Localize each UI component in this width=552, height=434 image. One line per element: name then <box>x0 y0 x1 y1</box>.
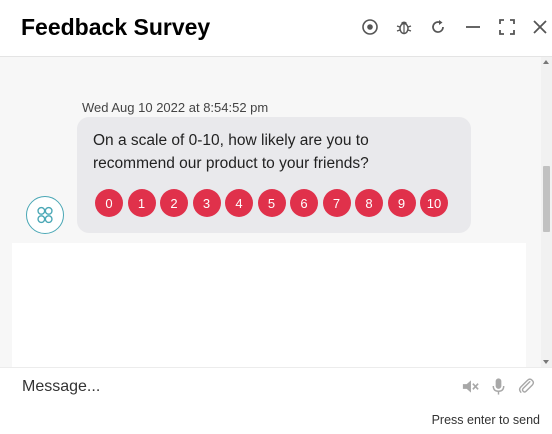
bot-avatar <box>26 196 64 234</box>
chat-scrollbar[interactable] <box>541 57 552 367</box>
minimize-icon[interactable] <box>462 16 484 38</box>
header-bar: Feedback Survey <box>0 0 552 57</box>
rating-button-6[interactable]: 6 <box>290 189 318 217</box>
rating-button-4[interactable]: 4 <box>225 189 253 217</box>
rating-button-0[interactable]: 0 <box>95 189 123 217</box>
message-composer: Press enter to send <box>0 367 552 434</box>
chat-blank-area <box>12 243 526 367</box>
page-title: Feedback Survey <box>21 14 211 40</box>
scroll-thumb[interactable] <box>543 166 550 232</box>
rating-button-2[interactable]: 2 <box>160 189 188 217</box>
rating-button-3[interactable]: 3 <box>192 189 221 217</box>
message-bubble: On a scale of 0-10, how likely are you t… <box>77 117 471 233</box>
bot-logo-icon <box>37 206 53 224</box>
rating-button-10[interactable]: 10 <box>420 189 448 217</box>
scroll-up-arrow-icon[interactable] <box>543 60 549 64</box>
fullscreen-icon[interactable] <box>496 16 518 38</box>
rating-button-5[interactable]: 5 <box>257 189 286 217</box>
rating-button-1[interactable]: 1 <box>127 189 156 217</box>
refresh-icon[interactable] <box>427 16 449 38</box>
rating-button-7[interactable]: 7 <box>322 189 351 217</box>
chat-area: Wed Aug 10 2022 at 8:54:52 pm On a scale… <box>0 57 541 367</box>
send-hint: Press enter to send <box>431 413 540 427</box>
bug-icon[interactable] <box>393 16 415 38</box>
scroll-down-arrow-icon[interactable] <box>543 360 549 364</box>
rating-button-8[interactable]: 8 <box>355 189 383 217</box>
rating-button-9[interactable]: 9 <box>387 189 416 217</box>
survey-question: On a scale of 0-10, how likely are you t… <box>93 132 369 172</box>
mute-icon[interactable] <box>460 376 480 396</box>
close-icon[interactable] <box>529 16 551 38</box>
record-icon[interactable] <box>359 16 381 38</box>
rating-scale: 0 1 2 3 4 5 6 7 8 9 10 <box>95 189 448 217</box>
message-timestamp: Wed Aug 10 2022 at 8:54:52 pm <box>82 100 269 115</box>
attachment-icon[interactable] <box>516 376 536 396</box>
microphone-icon[interactable] <box>488 376 508 396</box>
message-input[interactable] <box>12 373 442 401</box>
